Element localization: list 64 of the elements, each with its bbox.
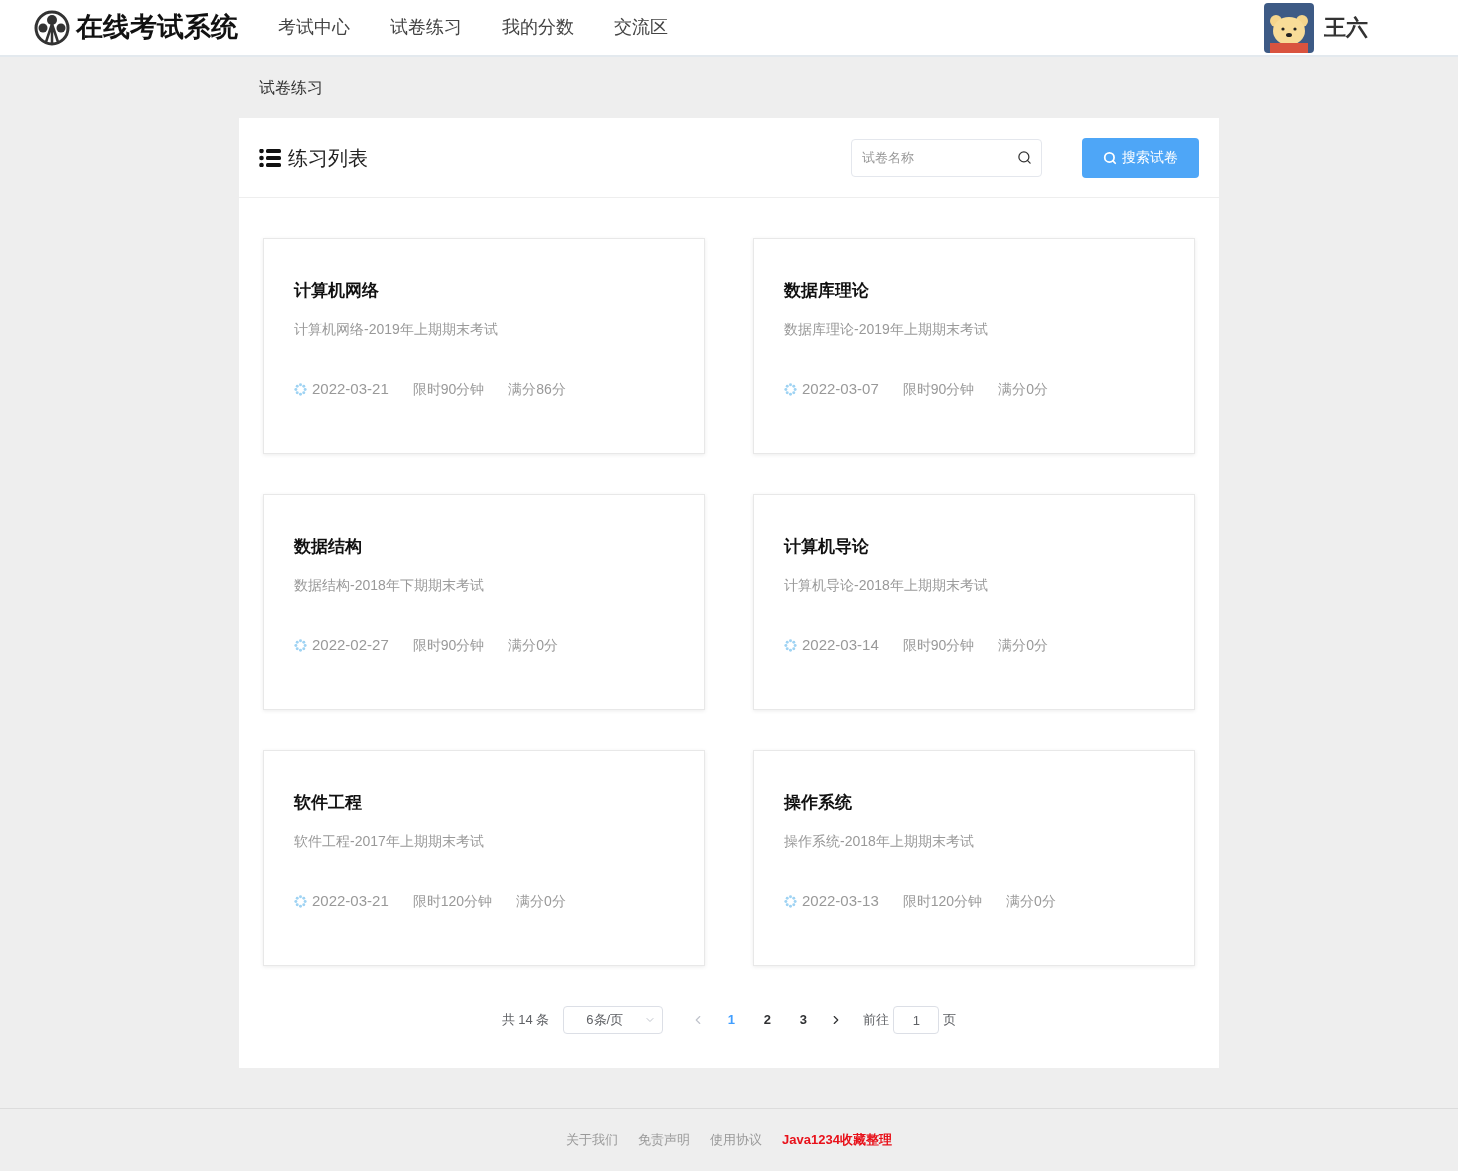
page-button[interactable]: 2	[749, 1006, 786, 1034]
paper-card[interactable]: 计算机导论 计算机导论-2018年上期期末考试 2022-03-14 限时90分钟 满分0分	[753, 494, 1195, 710]
paper-card[interactable]: 数据结构 数据结构-2018年下期期末考试 2022-02-27 限时90分钟 满分0分	[263, 494, 705, 710]
user-name: 王六	[1324, 14, 1368, 42]
full-score: 满分0分	[998, 379, 1049, 399]
paper-description: 数据库理论-2019年上期期末考试	[784, 320, 989, 339]
full-score: 满分0分	[508, 635, 559, 655]
page-size-select[interactable]: 6条/页	[563, 1006, 664, 1034]
full-score: 满分0分	[516, 891, 566, 911]
sparkle-icon	[294, 382, 307, 396]
nav-link[interactable]: 考试中心	[278, 14, 350, 41]
breadcrumb: 试卷练习	[258, 77, 324, 98]
footer-link[interactable]: Java1234收藏整理	[782, 1130, 892, 1150]
goto-label: 前往	[863, 1011, 890, 1030]
sparkle-icon	[784, 638, 797, 652]
full-score: 满分0分	[998, 635, 1049, 655]
paper-date: 2022-02-27	[312, 635, 389, 655]
paper-name: 计算机导论	[784, 536, 870, 558]
logo-text: 在线考试系统	[76, 11, 238, 45]
paper-date: 2022-03-07	[802, 379, 879, 399]
sparkle-icon	[294, 894, 307, 908]
sparkle-icon	[784, 382, 797, 396]
paper-card[interactable]: 数据库理论 数据库理论-2019年上期期末考试 2022-03-07 限时90分钟 满分0分	[753, 238, 1195, 454]
goto-page-field[interactable]: 1	[893, 1006, 940, 1034]
paper-card[interactable]: 软件工程 软件工程-2017年上期期末考试 2022-03-21 限时120分钟 满分0分	[263, 750, 705, 966]
paper-description: 计算机网络-2019年上期期末考试	[294, 320, 499, 339]
full-score: 满分0分	[1006, 891, 1056, 911]
avatar[interactable]	[1264, 2, 1314, 53]
paper-description: 软件工程-2017年上期期末考试	[294, 832, 485, 851]
paper-name: 软件工程	[294, 792, 363, 814]
search-icon	[1103, 150, 1117, 165]
goto-suffix: 页	[943, 1011, 957, 1030]
logo-icon	[34, 9, 70, 46]
paper-date: 2022-03-14	[802, 635, 879, 655]
paper-name: 数据库理论	[784, 280, 870, 302]
paper-name: 计算机网络	[294, 280, 380, 302]
nav-link[interactable]: 试卷练习	[390, 14, 462, 41]
time-limit: 限时90分钟	[412, 379, 485, 399]
nav-link[interactable]: 我的分数	[502, 14, 574, 41]
list-icon	[259, 148, 281, 167]
paper-date: 2022-03-21	[312, 891, 389, 911]
search-icon	[1017, 149, 1032, 165]
nav-link[interactable]: 交流区	[614, 14, 668, 41]
time-limit: 限时90分钟	[902, 635, 975, 655]
total-count: 共 14 条	[501, 1011, 550, 1030]
paper-card[interactable]: 操作系统 操作系统-2018年上期期末考试 2022-03-13 限时120分钟 满分0分	[753, 750, 1195, 966]
paper-date: 2022-03-13	[802, 891, 879, 911]
paper-description: 计算机导论-2018年上期期末考试	[784, 576, 989, 595]
time-limit: 限时90分钟	[902, 379, 975, 399]
paper-description: 操作系统-2018年上期期末考试	[784, 832, 975, 851]
sparkle-icon	[784, 894, 797, 908]
time-limit: 限时90分钟	[412, 635, 485, 655]
sparkle-icon	[294, 638, 307, 652]
time-limit: 限时120分钟	[412, 891, 493, 911]
paper-date: 2022-03-21	[312, 379, 389, 399]
paper-name: 数据结构	[294, 536, 363, 558]
paper-card[interactable]: 计算机网络 计算机网络-2019年上期期末考试 2022-03-21 限时90分钟 满分86分	[263, 238, 705, 454]
paper-description: 数据结构-2018年下期期末考试	[294, 576, 485, 595]
page-button[interactable]: 3	[785, 1006, 822, 1034]
time-limit: 限时120分钟	[902, 891, 983, 911]
panel-title: 练习列表	[288, 145, 368, 171]
full-score: 满分86分	[508, 379, 566, 399]
search-field[interactable]: 试卷名称	[851, 138, 1042, 177]
paper-name: 操作系统	[784, 792, 853, 814]
